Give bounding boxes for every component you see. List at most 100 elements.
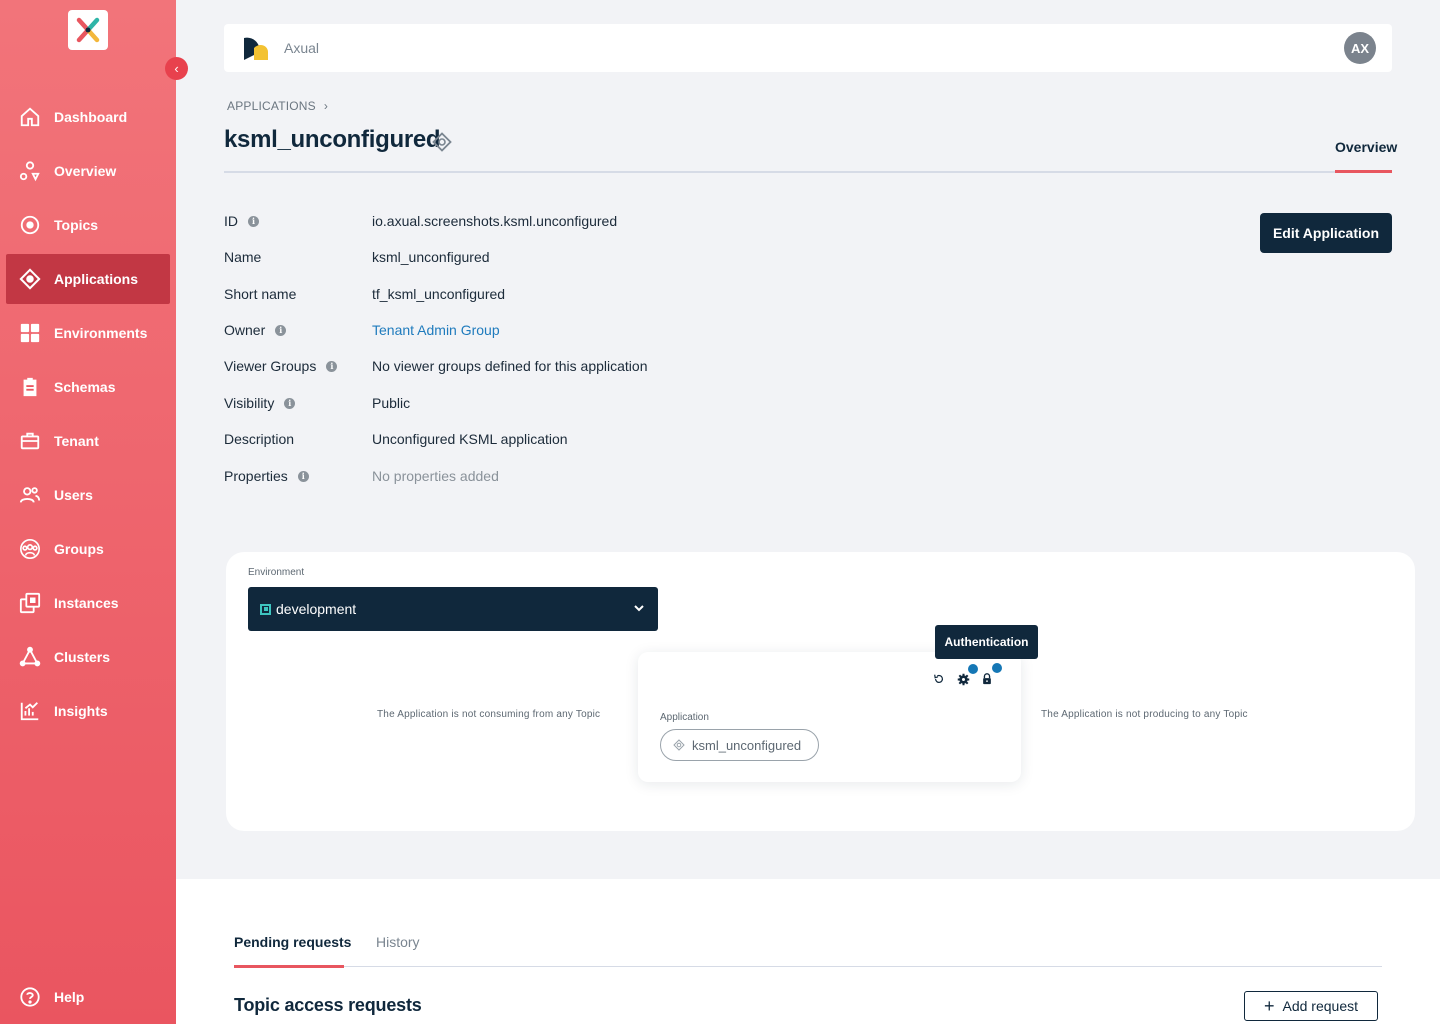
overview-icon [19,160,41,182]
sidebar-item-overview[interactable]: Overview [6,146,170,196]
label-text: Name [224,249,262,265]
refresh-icon[interactable] [932,672,946,686]
detail-label-id: ID i [224,213,259,229]
sidebar-item-label: Help [54,989,85,1005]
label-text: Owner [224,322,266,338]
sidebar-item-label: Users [54,487,93,503]
application-chip-label: ksml_unconfigured [692,737,802,753]
sidebar-item-topics[interactable]: Topics [6,200,170,250]
environment-icon [19,322,41,344]
instances-icon [19,592,41,614]
sidebar-item-label: Applications [54,271,139,287]
tab-overview[interactable]: Overview [1335,139,1397,155]
sidebar-item-label: Instances [54,595,119,611]
sidebar-item-label: Groups [54,541,104,557]
info-icon[interactable]: i [326,360,338,372]
authentication-tooltip: Authentication [935,625,1038,659]
chevron-left-icon: ‹ [174,61,179,76]
tenant-name: Axual [284,40,320,56]
detail-label-short-name: Short name [224,286,296,302]
page-title: ksml_unconfigured [224,126,441,153]
tenant-logo [244,37,268,60]
consuming-note: The Application is not consuming from an… [377,709,601,720]
info-icon[interactable]: i [297,470,309,482]
owner-link[interactable]: Tenant Admin Group [372,322,500,338]
lock-icon[interactable] [980,672,994,686]
breadcrumb: APPLICATIONS › [227,99,328,113]
users-icon [19,484,41,506]
status-dot [992,663,1002,673]
sidebar-item-applications[interactable]: Applications [6,254,170,304]
sidebar-item-schemas[interactable]: Schemas [6,362,170,412]
sidebar-item-instances[interactable]: Instances [6,578,170,628]
plus-icon: + [1263,996,1275,1016]
tab-pending-underline [234,965,344,968]
sidebar-item-clusters[interactable]: Clusters [6,632,170,682]
sidebar-item-label: Tenant [54,433,99,449]
title-divider [224,171,1392,173]
sidebar-item-tenant[interactable]: Tenant [6,416,170,466]
collapse-sidebar-button[interactable]: ‹ [165,57,188,80]
detail-label-name: Name [224,249,261,265]
detail-value-visibility: Public [372,395,411,411]
info-icon[interactable]: i [248,215,259,227]
application-type-icon [432,132,452,152]
detail-label-properties: Properties i [224,468,309,484]
label-text: ID [224,213,238,229]
breadcrumb-applications[interactable]: APPLICATIONS [227,99,316,113]
gear-icon[interactable] [956,672,970,686]
topic-access-requests-title: Topic access requests [234,995,422,1015]
environment-icon [260,603,271,615]
sidebar-item-label: Clusters [54,649,111,665]
avatar[interactable]: AX [1344,32,1376,64]
label-text: Visibility [224,395,275,411]
detail-value-properties: No properties added [372,468,499,484]
detail-label-viewer-groups: Viewer Groups i [224,358,338,374]
sidebar-item-users[interactable]: Users [6,470,170,520]
axual-logo[interactable] [68,10,108,50]
tabs-divider [234,966,1382,967]
briefcase-icon [19,430,41,452]
tab-history[interactable]: History [376,934,420,950]
sidebar-item-groups[interactable]: Groups [6,524,170,574]
home-icon [19,106,41,128]
sidebar-item-label: Schemas [54,379,116,395]
help-icon [19,986,41,1008]
sidebar-item-label: Dashboard [54,109,128,125]
sidebar-item-label: Overview [54,163,117,179]
detail-value-short-name: tf_ksml_unconfigured [372,286,506,302]
tab-overview-underline [1335,170,1392,173]
application-icon [673,739,685,751]
sidebar-item-environments[interactable]: Environments [6,308,170,358]
status-dot [968,664,978,674]
clusters-icon [19,646,41,668]
insights-icon [19,700,41,722]
detail-value-name: ksml_unconfigured [372,249,490,265]
detail-label-description: Description [224,431,294,447]
topbar: Axual AX [224,24,1392,72]
groups-icon [19,538,41,560]
sidebar-item-label: Environments [54,325,148,341]
sidebar: Dashboard Overview Topics Applications E… [0,0,176,1024]
schema-icon [19,376,41,398]
application-chip[interactable]: ksml_unconfigured [660,729,819,761]
environment-label: Environment [248,567,305,578]
info-icon[interactable]: i [284,397,296,409]
label-text: Viewer Groups [224,358,317,374]
application-label: Application [660,712,709,723]
sidebar-item-help[interactable]: Help [6,972,170,1022]
tab-pending-requests[interactable]: Pending requests [234,934,351,950]
detail-label-visibility: Visibility i [224,395,296,411]
chevron-right-icon: › [323,99,329,113]
edit-application-button[interactable]: Edit Application [1260,213,1392,253]
add-request-label: Add request [1282,998,1359,1014]
info-icon[interactable]: i [275,324,287,336]
sidebar-item-insights[interactable]: Insights [6,686,170,736]
detail-value-viewer-groups: No viewer groups defined for this applic… [372,358,648,374]
environment-select[interactable]: development [248,587,658,631]
add-request-button[interactable]: + Add request [1244,991,1378,1021]
detail-value-id: io.axual.screenshots.ksml.unconfigured [372,213,618,229]
label-text: Properties [224,468,288,484]
application-icon [19,268,41,290]
sidebar-item-dashboard[interactable]: Dashboard [6,92,170,142]
